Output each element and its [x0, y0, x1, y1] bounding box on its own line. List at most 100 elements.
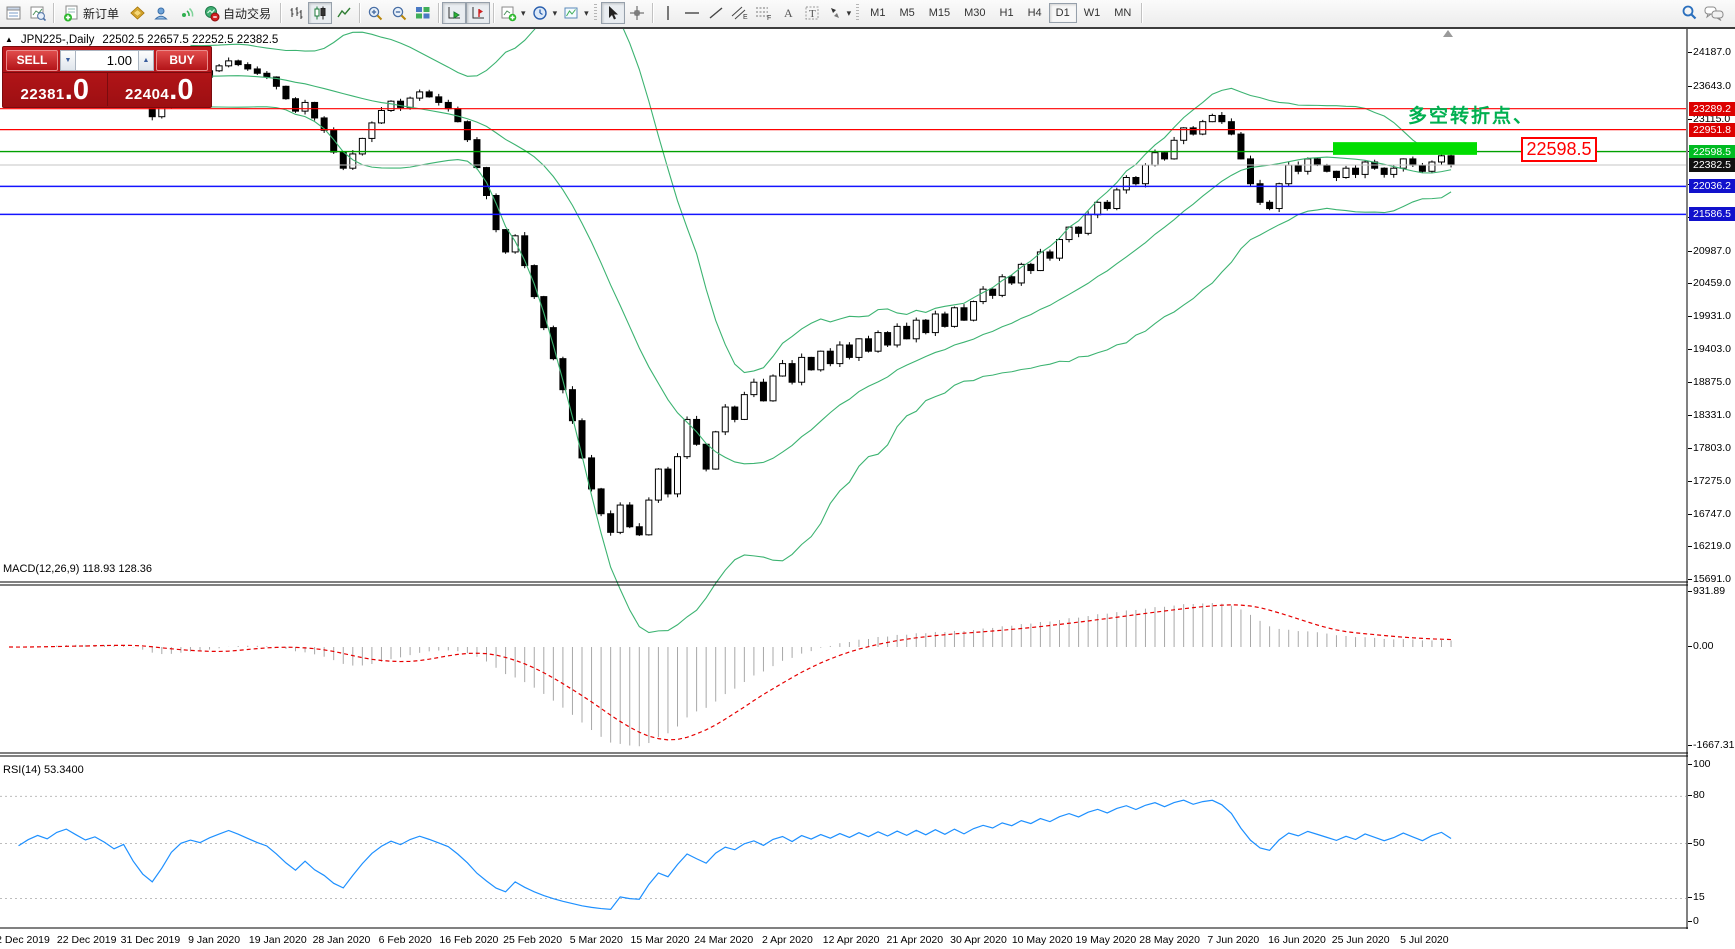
candlestick-type-icon[interactable] — [308, 2, 332, 24]
periods-clock-button[interactable]: ▾ — [529, 2, 561, 24]
zoom-in-icon[interactable] — [363, 2, 387, 24]
toolbar-separator — [53, 3, 54, 23]
price-tick-label: 18875.0 — [1693, 376, 1731, 388]
arrows-button[interactable]: ▾ — [824, 2, 855, 24]
rsi-tick-label: 50 — [1693, 837, 1705, 849]
timeframe-button-m30[interactable]: M30 — [957, 3, 992, 23]
volume-down-button[interactable]: ▼ — [60, 50, 76, 71]
chevron-down-icon: ▾ — [521, 8, 526, 19]
svg-text:F: F — [767, 15, 771, 21]
date-tick-label: 19 May 2020 — [1076, 934, 1137, 946]
search-icon[interactable] — [1677, 2, 1701, 24]
date-tick-label: 7 Jun 2020 — [1207, 934, 1259, 946]
timeframe-button-w1[interactable]: W1 — [1077, 3, 1108, 23]
date-tick-label: 24 Mar 2020 — [694, 934, 753, 946]
price-tick-label: 20987.0 — [1693, 245, 1731, 257]
price-badge: 21586.5 — [1689, 207, 1735, 221]
text-label-button[interactable]: T — [800, 2, 824, 24]
new-window-icon[interactable] — [2, 2, 26, 24]
turning-point-annotation[interactable]: 多空转折点、 — [1408, 101, 1534, 128]
horizontal-line-button[interactable] — [680, 2, 704, 24]
macd-tick-label: 0.00 — [1693, 640, 1713, 652]
date-tick-label: 30 Apr 2020 — [950, 934, 1007, 946]
chart-profile-button[interactable]: ▾ — [560, 2, 592, 24]
date-tick-label: 5 Mar 2020 — [570, 934, 623, 946]
equidistant-channel-button[interactable]: E — [728, 2, 752, 24]
crosshair-button[interactable] — [625, 2, 649, 24]
toolbar: 新订单 自动交易 ▾ ▾ — [0, 0, 1735, 27]
sell-price-button[interactable]: 22381 .0 — [3, 73, 108, 106]
market-watch-icon[interactable] — [125, 2, 149, 24]
date-tick-label: 5 Jul 2020 — [1400, 934, 1448, 946]
collapse-panel-icon[interactable]: ▲ — [5, 35, 13, 46]
price-tick-label: 17275.0 — [1693, 475, 1731, 487]
autotrading-button[interactable]: 自动交易 — [197, 2, 277, 24]
timeframe-button-mn[interactable]: MN — [1107, 3, 1138, 23]
new-chart-button[interactable]: ▾ — [497, 2, 529, 24]
sell-price-main: 22381 — [21, 86, 65, 103]
svg-text:T: T — [809, 8, 816, 20]
date-tick-label: 28 May 2020 — [1139, 934, 1200, 946]
one-click-trade-panel: SELL ▼ 1.00 ▲ BUY 22381 .0 22404 .0 — [2, 46, 212, 108]
timeframe-button-h4[interactable]: H4 — [1021, 3, 1049, 23]
price-badge: 22036.2 — [1689, 179, 1735, 193]
zoom-out-icon[interactable] — [387, 2, 411, 24]
symbol-bar: ▲ JPN225-,Daily 22502.5 22657.5 22252.5 … — [5, 34, 278, 46]
price-box-annotation[interactable]: 22598.5 — [1521, 137, 1597, 162]
timeframe-button-m5[interactable]: M5 — [892, 3, 921, 23]
rsi-tick-label: 80 — [1693, 789, 1705, 801]
price-chart[interactable] — [0, 29, 1688, 929]
timeframe-button-m15[interactable]: M15 — [922, 3, 957, 23]
buy-button[interactable]: BUY — [156, 50, 208, 71]
chevron-down-icon: ▾ — [584, 8, 589, 19]
date-tick-label: 25 Feb 2020 — [503, 934, 562, 946]
price-axis[interactable]: 24187.023643.023115.022587.022059.021531… — [1688, 29, 1735, 929]
rsi-label: RSI(14) 53.3400 — [3, 764, 84, 776]
cursor-button[interactable] — [601, 2, 625, 24]
date-tick-label: 15 Mar 2020 — [631, 934, 690, 946]
sell-button[interactable]: SELL — [6, 50, 58, 71]
text-button[interactable]: A — [776, 2, 800, 24]
price-tick-label: 18331.0 — [1693, 409, 1731, 421]
new-order-label: 新订单 — [83, 5, 119, 22]
chart-shift-button[interactable] — [466, 2, 490, 24]
time-axis[interactable]: 2 Dec 201922 Dec 201931 Dec 20199 Jan 20… — [0, 929, 1688, 949]
chat-icon[interactable] — [1701, 2, 1727, 24]
community-icon[interactable] — [149, 2, 173, 24]
profiles-icon[interactable] — [26, 2, 50, 24]
toolbar-grip — [594, 4, 597, 22]
timeframe-button-h1[interactable]: H1 — [993, 3, 1021, 23]
price-tick-label: 19931.0 — [1693, 310, 1731, 322]
chevron-down-icon: ▾ — [847, 8, 852, 19]
date-tick-label: 21 Apr 2020 — [886, 934, 943, 946]
price-tick-label: 24187.0 — [1693, 46, 1731, 58]
tile-windows-icon[interactable] — [411, 2, 435, 24]
date-tick-label: 9 Jan 2020 — [188, 934, 240, 946]
trendline-button[interactable] — [704, 2, 728, 24]
new-order-button[interactable]: 新订单 — [57, 2, 125, 24]
timeframe-button-d1[interactable]: D1 — [1049, 3, 1077, 23]
autoscroll-button[interactable] — [442, 2, 466, 24]
line-chart-type-icon[interactable] — [332, 2, 356, 24]
timeframe-button-m1[interactable]: M1 — [863, 3, 892, 23]
bar-chart-type-icon[interactable] — [284, 2, 308, 24]
volume-field[interactable]: 1.00 — [76, 50, 138, 71]
price-tick-label: 17803.0 — [1693, 442, 1731, 454]
chart-shift-marker[interactable] — [1443, 30, 1453, 37]
svg-text:E: E — [743, 14, 748, 21]
fibonacci-button[interactable]: F — [752, 2, 776, 24]
buy-price-button[interactable]: 22404 .0 — [108, 73, 212, 106]
vertical-line-button[interactable] — [656, 2, 680, 24]
symbol-title: JPN225-,Daily — [21, 34, 95, 46]
macd-label: MACD(12,26,9) 118.93 128.36 — [3, 563, 152, 575]
price-badge: 22598.5 — [1689, 145, 1735, 159]
toolbar-separator — [493, 3, 494, 23]
signals-icon[interactable] — [173, 2, 197, 24]
buy-price-main: 22404 — [125, 86, 169, 103]
volume-up-button[interactable]: ▲ — [138, 50, 154, 71]
autotrading-label: 自动交易 — [223, 5, 271, 22]
chevron-down-icon: ▾ — [553, 8, 558, 19]
price-tick-label: 16747.0 — [1693, 508, 1731, 520]
rsi-tick-label: 0 — [1693, 915, 1699, 927]
symbol-ohlc: 22502.5 22657.5 22252.5 22382.5 — [102, 34, 278, 46]
